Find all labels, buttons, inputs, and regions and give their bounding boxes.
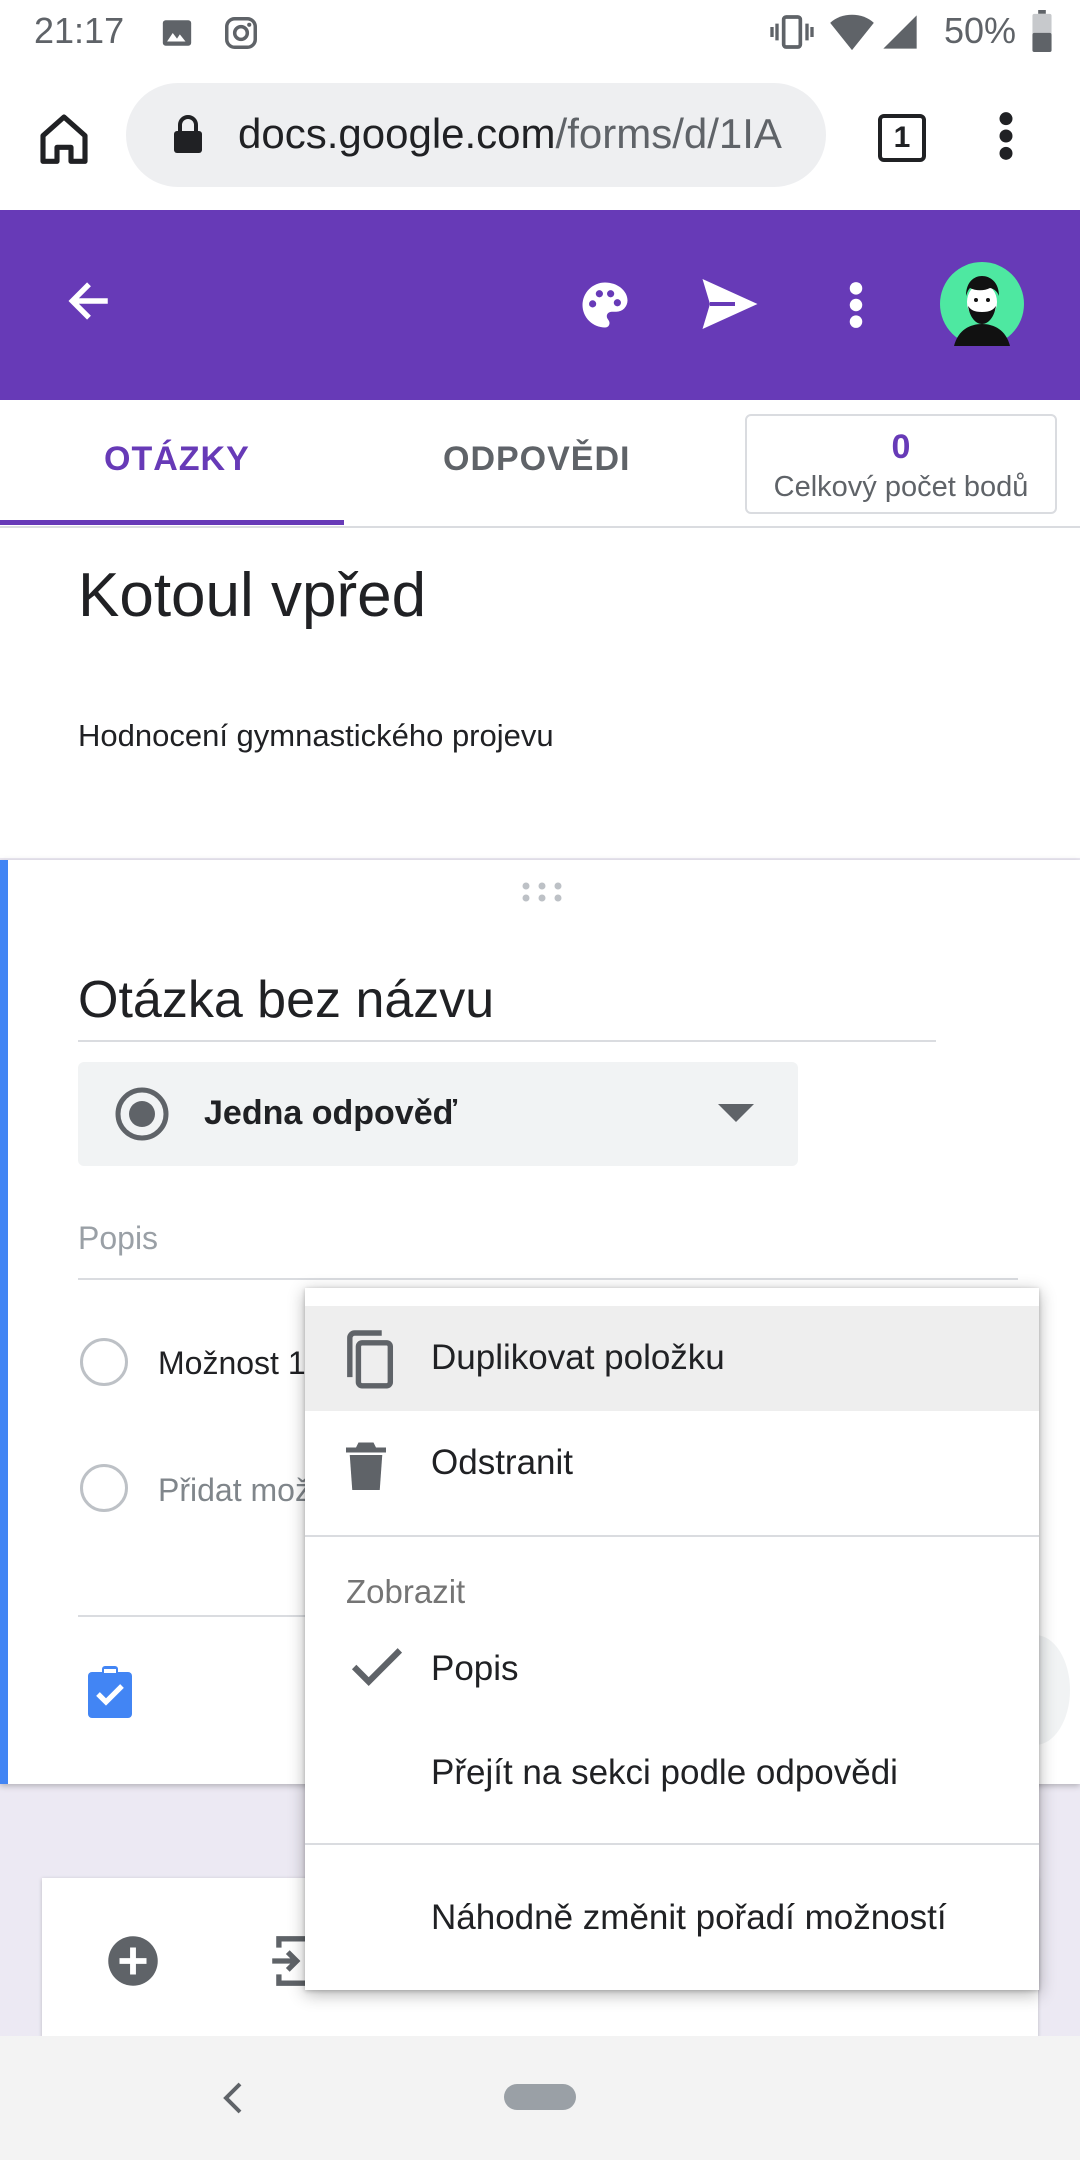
description-underline [78, 1278, 1018, 1280]
dropdown-arrow-icon [718, 1104, 754, 1122]
option-radio [80, 1338, 128, 1386]
menu-description-label: Popis [431, 1649, 519, 1688]
drag-handle-icon[interactable] [520, 880, 564, 904]
tab-count: 1 [893, 121, 911, 154]
tabs-icon[interactable]: 1 [878, 114, 926, 162]
question-title[interactable]: Otázka bez názvu [78, 970, 494, 1030]
import-icon[interactable] [270, 1934, 310, 1988]
lock-icon [174, 115, 202, 153]
check-icon [351, 1648, 403, 1686]
menu-divider [305, 1843, 1039, 1845]
signal-icon [883, 15, 917, 49]
palette-icon[interactable] [578, 278, 632, 332]
total-points-value: 0 [891, 428, 911, 466]
active-question-bar [0, 860, 8, 1784]
instagram-icon [225, 17, 257, 49]
add-option-radio [80, 1464, 128, 1512]
menu-shuffle-label: Náhodně změnit pořadí možností [431, 1898, 947, 1937]
more-vert-icon[interactable] [996, 110, 1016, 162]
menu-go-to-section-label: Přejít na sekci podle odpovědi [431, 1753, 898, 1792]
question-title-underline [78, 1040, 936, 1042]
gallery-icon [162, 20, 192, 46]
battery-icon [1032, 10, 1052, 52]
url-text[interactable]: docs.google.com/forms/d/1IA [238, 110, 803, 158]
menu-divider [305, 1535, 1039, 1537]
add-circle-icon[interactable] [106, 1934, 160, 1988]
send-icon[interactable] [700, 276, 760, 332]
menu-item-description[interactable] [305, 1615, 1039, 1719]
menu-item-delete[interactable] [305, 1412, 1039, 1514]
home-icon[interactable] [36, 112, 92, 164]
avatar[interactable] [940, 262, 1024, 346]
form-title[interactable]: Kotoul vpřed [78, 560, 426, 631]
back-arrow-icon[interactable] [64, 276, 114, 326]
url-host: docs.google.com [238, 110, 556, 157]
battery-percent: 50% [944, 10, 1017, 51]
menu-duplicate-label: Duplikovat položku [431, 1338, 725, 1377]
form-description[interactable]: Hodnocení gymnastického projevu [78, 718, 554, 754]
clock: 21:17 [34, 10, 125, 51]
question-type-label: Jedna odpověď [204, 1094, 458, 1132]
menu-section-show: Zobrazit [346, 1573, 466, 1610]
description-field[interactable]: Popis [78, 1220, 158, 1257]
total-points-label: Celkový počet bodů [773, 471, 1029, 503]
trash-icon [346, 1442, 386, 1490]
total-points-box: 0 Celkový počet bodů [745, 414, 1057, 514]
status-bar: 21:17 50% [0, 0, 1080, 66]
wifi-icon [830, 14, 874, 51]
tab-responses[interactable]: ODPOVĚDI [443, 440, 630, 479]
nav-back-icon[interactable] [220, 2082, 244, 2114]
url-path: /forms/d/1IA [555, 110, 782, 157]
app-bar [0, 210, 1080, 400]
more-vert-icon[interactable] [846, 280, 866, 330]
radio-icon [115, 1087, 169, 1141]
menu-delete-label: Odstranit [431, 1443, 573, 1482]
active-tab-indicator [0, 520, 344, 525]
quiz-key-icon[interactable] [86, 1666, 134, 1720]
tab-questions[interactable]: OTÁZKY [104, 440, 250, 479]
vibrate-icon [770, 15, 814, 49]
nav-home-pill[interactable] [504, 2084, 576, 2110]
option-1-field[interactable]: Možnost 1 [158, 1345, 306, 1382]
copy-icon [347, 1330, 394, 1389]
